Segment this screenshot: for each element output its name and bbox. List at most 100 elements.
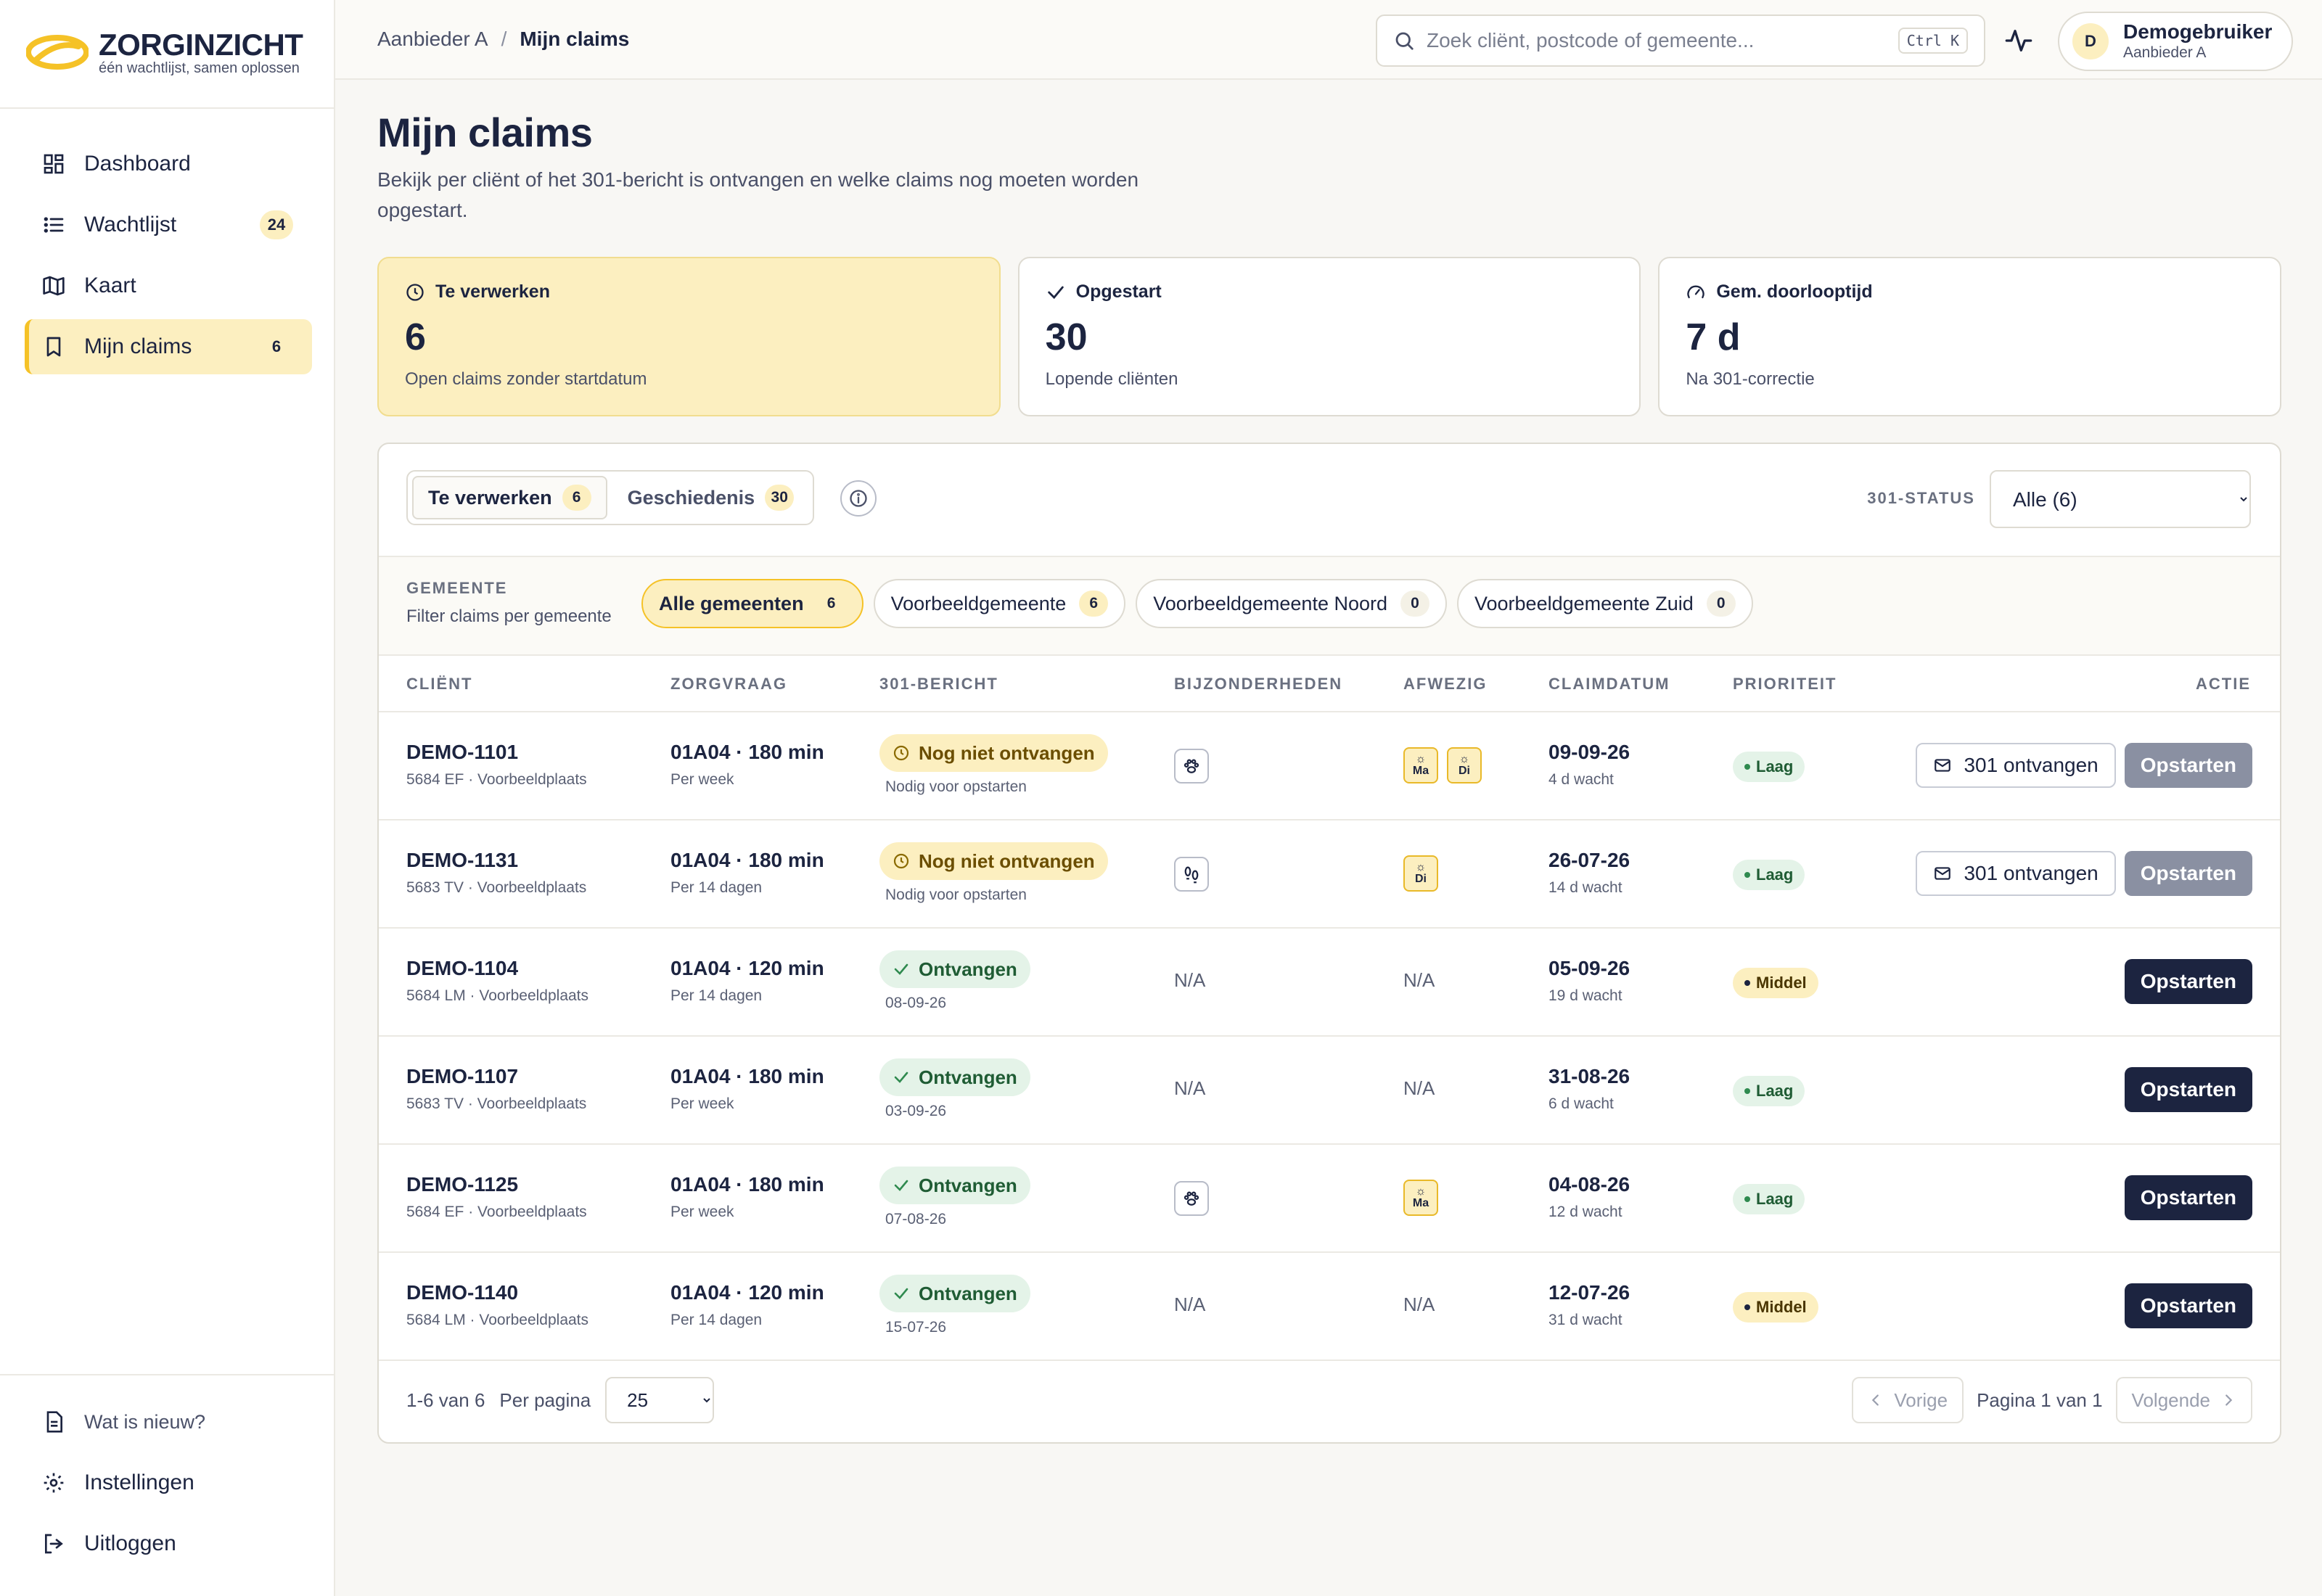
bijzonderheden-na: N/A	[1174, 969, 1206, 991]
sidebar-item-instellingen[interactable]: Instellingen	[25, 1454, 312, 1512]
chip-count: 6	[816, 591, 846, 617]
sidebar-item-dashboard[interactable]: Dashboard	[25, 136, 312, 192]
logo[interactable]: ZORGINZICHT één wachtlijst, samen oploss…	[26, 29, 303, 75]
priority-dot-icon	[1744, 764, 1750, 770]
zorgvraag: 01A04 · 120 min	[670, 1281, 824, 1304]
topbar: Aanbieder A/Mijn claims Ctrl K D Demogeb…	[335, 0, 2322, 80]
check-icon	[1047, 286, 1064, 299]
status-badge-received: Ontvangen	[879, 1058, 1030, 1096]
search-box[interactable]: Ctrl K	[1376, 15, 1985, 67]
sidebar-item-label: Wat is nieuw?	[84, 1410, 206, 1433]
priority-badge: Laag	[1733, 1076, 1805, 1106]
absent-day-label: Di	[1415, 873, 1427, 885]
info-button[interactable]	[840, 480, 877, 517]
status-sub: 07-08-26	[885, 1211, 947, 1227]
user-menu[interactable]: D Demogebruiker Aanbieder A	[2058, 12, 2293, 71]
check-icon	[894, 1071, 908, 1083]
opstarten-button-disabled[interactable]: Opstarten	[2124, 851, 2252, 896]
301-received-button[interactable]: 301 ontvangen	[1916, 851, 2116, 896]
status-badge-pending: Nog niet ontvangen	[879, 842, 1108, 880]
button-label: 301 ontvangen	[1964, 754, 2099, 776]
zorgvraag: 01A04 · 180 min	[670, 1065, 824, 1087]
column-header[interactable]: 301-BERICHT	[879, 675, 998, 694]
column-header[interactable]: AFWEZIG	[1403, 675, 1487, 694]
logout-icon	[41, 1531, 67, 1557]
sidebar-item-kaart[interactable]: Kaart	[25, 258, 312, 313]
table-row[interactable]: DEMO-1107 5683 TV · Voorbeeldplaats 01A04 …	[379, 1037, 2280, 1145]
client-id[interactable]: DEMO-1125	[406, 1172, 587, 1197]
opstarten-button[interactable]: Opstarten	[2124, 1283, 2252, 1328]
check-icon	[894, 1288, 908, 1299]
column-header[interactable]: ZORGVRAAG	[670, 675, 787, 694]
gemeente-filter: GEMEENTE Filter claims per gemeente Alle…	[379, 557, 2280, 656]
footprints-indicator	[1174, 857, 1209, 892]
sidebar-item-uitloggen[interactable]: Uitloggen	[25, 1515, 312, 1573]
table-row[interactable]: DEMO-1131 5683 TV · Voorbeeldplaats 01A04 …	[379, 820, 2280, 929]
client-id[interactable]: DEMO-1101	[406, 740, 587, 765]
wait-time: 6 d wacht	[1548, 1095, 1614, 1112]
opstarten-button[interactable]: Opstarten	[2124, 1175, 2252, 1220]
sidebar-item-label: Mijn claims	[84, 334, 192, 358]
column-header[interactable]: CLIËNT	[406, 675, 472, 694]
chip-voorbeeldgemeente-zuid[interactable]: Voorbeeldgemeente Zuid 0	[1457, 579, 1753, 628]
page-subtitle: Bekijk per cliënt of het 301-bericht is …	[377, 168, 1139, 221]
breadcrumb-link[interactable]: Aanbieder A	[377, 28, 488, 50]
stat-sub: Lopende cliënten	[1045, 369, 1178, 389]
claims-card: Te verwerken 6 Geschiedenis 30 301-STATU…	[377, 443, 2281, 1444]
search-input[interactable]	[1427, 29, 1898, 52]
client-id[interactable]: DEMO-1107	[406, 1064, 586, 1089]
per-page-select[interactable]: 25	[605, 1377, 715, 1423]
sidebar-item-mijn-claims[interactable]: Mijn claims 6	[25, 319, 312, 374]
row-actions: Opstarten	[2124, 1283, 2252, 1328]
status-filter-select[interactable]: Alle (6)	[1990, 470, 2251, 528]
tab-geschiedenis[interactable]: Geschiedenis 30	[613, 476, 809, 519]
sidebar-item-label: Dashboard	[84, 152, 191, 176]
client-id[interactable]: DEMO-1104	[406, 956, 588, 981]
dashboard-icon	[41, 151, 67, 177]
opstarten-button[interactable]: Opstarten	[2124, 959, 2252, 1004]
table-row[interactable]: DEMO-1101 5684 EF · Voorbeeldplaats 01A04 …	[379, 712, 2280, 820]
priority-badge: Laag	[1733, 752, 1805, 782]
chip-count: 0	[1706, 591, 1736, 617]
chip-alle-gemeenten[interactable]: Alle gemeenten 6	[641, 579, 863, 628]
status-filter-label: 301-STATUS	[1867, 489, 1975, 507]
table-row[interactable]: DEMO-1140 5684 LM · Voorbeeldplaats 01A04 …	[379, 1253, 2280, 1361]
status-badge-pending: Nog niet ontvangen	[879, 734, 1108, 772]
absent-day-badge: ☼ Di	[1447, 747, 1482, 783]
client-address: 5684 LM · Voorbeeldplaats	[406, 987, 589, 1004]
wachtlijst-count-badge: 24	[260, 210, 293, 239]
priority-text: Laag	[1756, 865, 1794, 884]
page-indicator: Pagina 1 van 1	[1977, 1389, 2103, 1411]
zorgvraag: 01A04 · 180 min	[670, 1173, 824, 1196]
301-received-button[interactable]: 301 ontvangen	[1916, 743, 2116, 788]
column-header[interactable]: BIJZONDERHEDEN	[1174, 675, 1342, 694]
main-content: Mijn claims Bekijk per cliënt of het 301…	[377, 109, 2282, 1444]
status-sub: 15-07-26	[885, 1319, 947, 1336]
divider	[0, 107, 334, 109]
opstarten-button-disabled[interactable]: Opstarten	[2124, 743, 2252, 788]
prev-page-button[interactable]: Vorige	[1852, 1377, 1964, 1423]
column-header[interactable]: PRIORITEIT	[1733, 675, 1837, 694]
chevron-right-icon	[2225, 1394, 2233, 1406]
table-row[interactable]: DEMO-1104 5684 LM · Voorbeeldplaats 01A04 …	[379, 929, 2280, 1037]
next-page-button[interactable]: Volgende	[2115, 1377, 2252, 1423]
claims-count-badge: 6	[271, 337, 282, 355]
sidebar-item-whats-new[interactable]: Wat is nieuw?	[25, 1393, 312, 1451]
activity-icon[interactable]	[2004, 26, 2033, 55]
client-id[interactable]: DEMO-1140	[406, 1280, 588, 1305]
chip-voorbeeldgemeente-noord[interactable]: Voorbeeldgemeente Noord 0	[1136, 579, 1447, 628]
frequency: Per week	[670, 1095, 734, 1112]
opstarten-button[interactable]: Opstarten	[2124, 1067, 2252, 1112]
table-row[interactable]: DEMO-1125 5684 EF · Voorbeeldplaats 01A04 …	[379, 1145, 2280, 1253]
tab-te-verwerken[interactable]: Te verwerken 6	[412, 476, 607, 519]
priority-dot-icon	[1744, 872, 1750, 878]
column-header[interactable]: CLAIMDATUM	[1548, 675, 1670, 694]
frequency: Per 14 dagen	[670, 987, 763, 1004]
chip-voorbeeldgemeente[interactable]: Voorbeeldgemeente 6	[873, 579, 1126, 628]
client-id[interactable]: DEMO-1131	[406, 848, 586, 873]
wait-time: 12 d wacht	[1548, 1204, 1622, 1220]
sidebar-item-wachtlijst[interactable]: Wachtlijst 24	[25, 197, 312, 252]
divider	[0, 1374, 334, 1375]
stat-sub: Na 301-correctie	[1686, 369, 1815, 389]
avatar: D	[2072, 23, 2109, 59]
